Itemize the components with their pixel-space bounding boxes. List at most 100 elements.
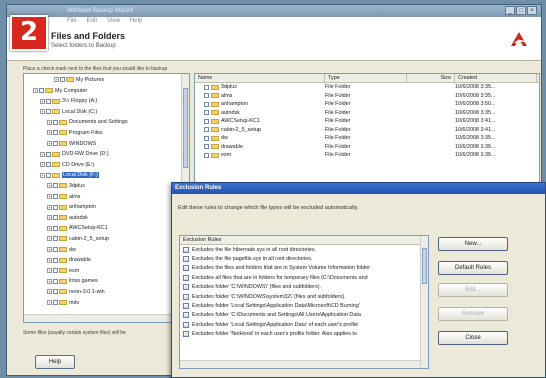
- expand-toggle-icon[interactable]: +: [40, 162, 45, 168]
- rule-item[interactable]: Excludes the file hibernate.sys in all r…: [180, 245, 428, 254]
- expand-toggle-icon[interactable]: +: [40, 151, 45, 157]
- checkbox[interactable]: [53, 130, 58, 136]
- rule-item[interactable]: Excludes folder 'C:\WINDOWS\' (files and…: [180, 283, 428, 292]
- tree-item[interactable]: + CD Drive (E:): [24, 161, 94, 169]
- column-size[interactable]: Size: [407, 74, 455, 82]
- list-row[interactable]: 3dplus File Folder 10/6/2008 3:35...: [195, 83, 539, 92]
- remove-rule-button[interactable]: Remove: [438, 307, 508, 321]
- tree-item[interactable]: + DVD-RW Drive (D:): [24, 150, 109, 158]
- menu-view[interactable]: View: [107, 18, 120, 24]
- close-button[interactable]: Close: [438, 331, 508, 345]
- checkbox[interactable]: [46, 98, 51, 104]
- checkbox[interactable]: [53, 141, 58, 147]
- folder-tree[interactable]: + mdv + neon-3.0.1-win + lmss games + esm + drawa…: [23, 73, 190, 323]
- edit-rule-button[interactable]: Edit...: [438, 283, 508, 297]
- tree-item[interactable]: + cabin-2_5_setup: [24, 235, 109, 243]
- expand-toggle-icon[interactable]: +: [47, 130, 52, 136]
- checkbox[interactable]: [46, 109, 51, 115]
- expand-toggle-icon[interactable]: +: [47, 300, 52, 306]
- checkbox[interactable]: [53, 225, 58, 231]
- expand-toggle-icon[interactable]: +: [47, 236, 52, 242]
- rule-item[interactable]: Excludes folder 'NetHood' in each user's…: [180, 330, 428, 339]
- expand-toggle-icon[interactable]: +: [47, 141, 52, 147]
- checkbox[interactable]: [204, 84, 209, 90]
- checkbox[interactable]: [39, 88, 44, 94]
- expand-toggle-icon[interactable]: +: [54, 77, 59, 83]
- expand-toggle-icon[interactable]: +: [47, 194, 52, 200]
- rule-item[interactable]: Excludes the files and folders that are …: [180, 264, 428, 273]
- file-list[interactable]: Name Type Size Created 3dplus File Folder…: [194, 73, 540, 193]
- expand-toggle-icon[interactable]: +: [47, 257, 52, 263]
- tree-item[interactable]: + neon-3.0.1-win: [24, 288, 105, 296]
- rules-horizontal-scrollbar[interactable]: [180, 360, 420, 368]
- checkbox[interactable]: [46, 151, 51, 157]
- checkbox[interactable]: [204, 152, 209, 158]
- rule-item[interactable]: Excludes folder 'C:\WINDOWS\system32\' (…: [180, 292, 428, 301]
- tree-item[interactable]: + autodsk: [24, 214, 88, 222]
- checkbox[interactable]: [53, 278, 58, 284]
- menu-help[interactable]: Help: [130, 18, 142, 24]
- checkbox[interactable]: [53, 289, 58, 295]
- rule-item[interactable]: Excludes folder 'C:\Documents and Settin…: [180, 311, 428, 320]
- checkbox[interactable]: [53, 215, 58, 221]
- tree-item[interactable]: + Program Files: [24, 129, 103, 137]
- tree-item[interactable]: + My Computer: [24, 87, 87, 95]
- expand-toggle-icon[interactable]: +: [33, 88, 38, 94]
- rule-item[interactable]: Excludes folder 'Local Settings\Applicat…: [180, 320, 428, 329]
- close-icon[interactable]: ×: [527, 6, 537, 15]
- expand-toggle-icon[interactable]: +: [40, 172, 45, 178]
- tree-item[interactable]: + AWCSetup-KC1: [24, 224, 108, 232]
- tree-item[interactable]: + My Pictures: [24, 76, 104, 84]
- list-row[interactable]: autodsk File Folder 10/6/2008 3:35...: [195, 109, 539, 118]
- expand-toggle-icon[interactable]: +: [47, 215, 52, 221]
- checkbox[interactable]: [204, 118, 209, 124]
- tree-item[interactable]: + Local Disk (F:): [24, 171, 99, 179]
- checkbox[interactable]: [53, 183, 58, 189]
- tree-item[interactable]: + alms: [24, 193, 80, 201]
- checkbox[interactable]: [204, 135, 209, 141]
- help-button[interactable]: Help: [35, 355, 75, 369]
- expand-toggle-icon[interactable]: +: [47, 289, 52, 295]
- list-row[interactable]: dw File Folder 10/6/2008 3:35...: [195, 134, 539, 143]
- list-row[interactable]: drawable File Folder 10/6/2008 3:35...: [195, 143, 539, 152]
- rules-header[interactable]: Exclusion Rules: [180, 236, 428, 245]
- checkbox[interactable]: [204, 127, 209, 133]
- list-row[interactable]: cabin-2_5_setup File Folder 10/6/2008 3:41…: [195, 126, 539, 135]
- rules-vertical-scrollbar[interactable]: [420, 236, 428, 368]
- tree-item[interactable]: + dw: [24, 246, 76, 254]
- checkbox[interactable]: [53, 236, 58, 242]
- minimize-icon[interactable]: _: [505, 6, 515, 15]
- list-row[interactable]: esm File Folder 10/6/2008 3:35...: [195, 151, 539, 160]
- column-created[interactable]: Created: [455, 74, 537, 82]
- rule-item[interactable]: Excludes the file pagefile.sys in all ro…: [180, 254, 428, 263]
- list-row[interactable]: AWCSetup-KC1 File Folder 10/6/2008 3:41...: [195, 117, 539, 126]
- tree-item[interactable]: + Local Disk (C:): [24, 108, 97, 116]
- tree-item[interactable]: + drawable: [24, 256, 91, 264]
- scroll-thumb[interactable]: [183, 88, 188, 168]
- checkbox[interactable]: [204, 93, 209, 99]
- tree-item[interactable]: + Documents and Settings: [24, 118, 128, 126]
- expand-toggle-icon[interactable]: +: [40, 109, 45, 115]
- expand-toggle-icon[interactable]: +: [47, 119, 52, 125]
- expand-toggle-icon[interactable]: +: [47, 247, 52, 253]
- maximize-icon[interactable]: □: [516, 6, 526, 15]
- checkbox[interactable]: [53, 300, 58, 306]
- list-row[interactable]: anhampton File Folder 10/6/2008 3:50...: [195, 100, 539, 109]
- checkbox[interactable]: [53, 119, 58, 125]
- column-name[interactable]: Name: [195, 74, 325, 82]
- checkbox[interactable]: [204, 101, 209, 107]
- expand-toggle-icon[interactable]: +: [40, 98, 45, 104]
- expand-toggle-icon[interactable]: +: [47, 204, 52, 210]
- tree-item[interactable]: + lmss games: [24, 277, 98, 285]
- tree-item[interactable]: + WINDOWS: [24, 140, 96, 148]
- column-type[interactable]: Type: [325, 74, 407, 82]
- default-rules-button[interactable]: Default Rules: [438, 261, 508, 275]
- expand-toggle-icon[interactable]: +: [47, 225, 52, 231]
- tree-horizontal-scrollbar[interactable]: [24, 314, 189, 322]
- checkbox[interactable]: [204, 110, 209, 116]
- checkbox[interactable]: [60, 77, 65, 83]
- checkbox[interactable]: [46, 172, 51, 178]
- tree-item[interactable]: + anhampton: [24, 203, 96, 211]
- tree-item[interactable]: +3½ Floppy (A:): [24, 97, 97, 105]
- checkbox[interactable]: [53, 194, 58, 200]
